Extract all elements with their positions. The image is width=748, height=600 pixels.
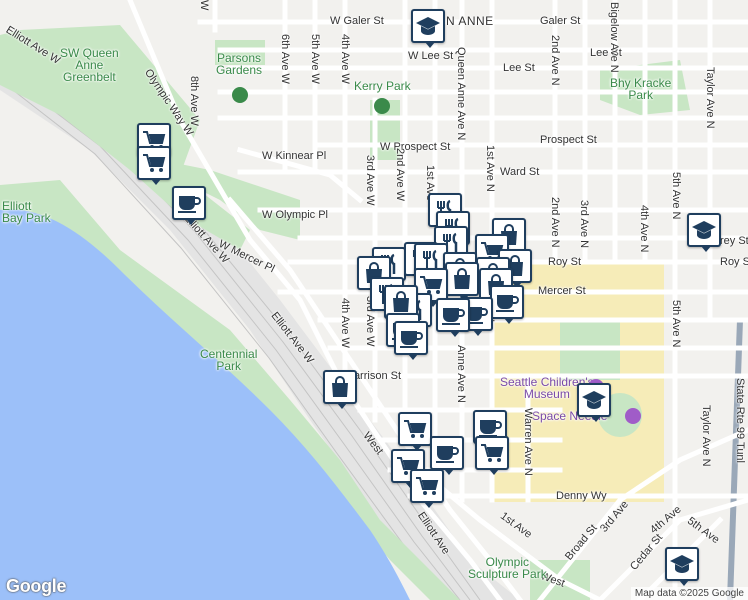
coffee-icon	[176, 192, 202, 214]
school-marker[interactable]	[411, 9, 445, 48]
park-label-sw-queen-anne-greenbelt: SW Queen Anne Greenbelt	[60, 46, 119, 84]
shopping-bag-icon	[388, 291, 414, 313]
street-label-5th-ave-n-south: 5th Ave N	[670, 300, 682, 348]
street-label-w-galer: W Galer St	[330, 15, 384, 27]
street-label-w-prospect: W Prospect St	[380, 141, 451, 153]
coffee-icon	[398, 327, 424, 349]
park-label-kerry: Kerry Park	[354, 79, 411, 93]
school-marker[interactable]	[665, 547, 699, 586]
park-label-parsons: Parsons Gardens	[216, 51, 263, 77]
street-label-w-lee: W Lee St	[408, 50, 454, 62]
street-label-1st-ave-n: 1st Ave N	[484, 145, 496, 192]
street-label-w-kinnear: W Kinnear Pl	[262, 150, 327, 162]
street-label-3rd-ave-n: 3rd Ave N	[578, 200, 590, 249]
street-label-5th-ave-w: 5th Ave W	[309, 34, 321, 84]
street-label-taylor: Taylor Ave N	[704, 67, 716, 129]
street-label-2nd-ave-n: 2nd Ave N	[549, 35, 561, 86]
coffee-icon	[477, 416, 503, 438]
park-label-centennial: Centennial Park	[200, 347, 258, 373]
street-label-taylor-south: Taylor Ave N	[700, 405, 712, 467]
shopping-bag-icon	[327, 376, 353, 398]
coffee-icon	[440, 304, 466, 326]
map-canvas[interactable]: W Galer St N ANNE Galer St W Lee St Lee …	[0, 0, 748, 600]
park-label-bhy-kracke: Bhy Kracke Park	[610, 76, 672, 102]
street-label-queen-anne-ave-south: Anne Ave N	[455, 345, 467, 403]
street-label-bigelow: Bigelow Ave N	[608, 2, 620, 73]
street-label-denny: Denny Wy	[556, 490, 607, 502]
street-label-4th-ave-w-south: 4th Ave W	[339, 298, 351, 348]
coffee-icon	[494, 291, 520, 313]
school-icon	[581, 389, 607, 411]
street-label-6th-ave-w: 6th Ave W	[279, 34, 291, 84]
street-label-w-olympic: W Olympic Pl	[262, 209, 328, 221]
neighborhood-label: N ANNE	[446, 14, 494, 28]
shopping-cart-icon	[402, 418, 428, 440]
street-label-galer: Galer St	[540, 15, 581, 27]
street-label-prospect: Prospect St	[540, 134, 597, 146]
school-marker[interactable]	[687, 213, 721, 252]
coffee-icon	[434, 442, 460, 464]
school-icon	[691, 219, 717, 241]
street-label-2nd-ave-w: 2nd Ave W	[394, 148, 406, 201]
street-label-warren: Warren Ave N	[522, 408, 534, 476]
street-label-3rd-ave-w: 3rd Ave W	[364, 155, 376, 206]
street-label-ward: Ward St	[500, 166, 540, 178]
park-icon	[232, 87, 248, 103]
street-label-sr99: State Rte 99 Tunl	[734, 378, 746, 463]
coffee-marker[interactable]	[436, 298, 470, 337]
shopping-cart-marker[interactable]	[410, 469, 444, 508]
street-label-4th-ave-w: 4th Ave W	[339, 34, 351, 84]
street-label-5th-ave-n: 5th Ave N	[670, 172, 682, 220]
coffee-marker[interactable]	[430, 436, 464, 475]
street-label-4th-ave-n: 4th Ave N	[638, 205, 650, 253]
coffee-marker[interactable]	[172, 186, 206, 225]
street-label-roy-east: Roy St	[720, 256, 748, 268]
google-logo: Google	[6, 576, 67, 596]
street-label-mercer: Mercer St	[538, 285, 586, 297]
coffee-marker[interactable]	[394, 321, 428, 360]
park-icon	[374, 98, 390, 114]
shopping-cart-marker[interactable]	[137, 146, 171, 185]
shopping-bag-icon	[449, 268, 475, 290]
shopping-bag-marker[interactable]	[445, 262, 479, 301]
street-label-lee: Lee St	[503, 62, 535, 74]
camera-icon	[625, 408, 641, 424]
street-label-rey: rey St	[720, 235, 748, 247]
school-icon	[669, 553, 695, 575]
map-attribution[interactable]: Map data ©2025 Google	[630, 587, 748, 600]
street-label-roy: Roy St	[548, 256, 582, 268]
shopping-cart-marker[interactable]	[398, 412, 432, 451]
shopping-cart-marker[interactable]	[475, 436, 509, 475]
park-label-olympic-sculpture: Olympic Sculpture Park	[468, 555, 547, 581]
street-label-8th-ave-w: 8th Ave W	[188, 76, 200, 126]
street-label-2nd-ave-n-south: 2nd Ave N	[549, 197, 561, 248]
school-marker[interactable]	[577, 383, 611, 422]
shopping-cart-icon	[414, 475, 440, 497]
street-label-queen-anne-ave: Queen Anne Ave N	[455, 47, 467, 141]
coffee-marker[interactable]	[490, 285, 524, 324]
school-icon	[415, 15, 441, 37]
shopping-bag-marker[interactable]	[323, 370, 357, 409]
street-label-w-top: W	[198, 0, 210, 11]
park-label-elliott-bay: Elliott Bay Park	[2, 199, 51, 225]
shopping-cart-icon	[141, 152, 167, 174]
shopping-cart-icon	[479, 442, 505, 464]
